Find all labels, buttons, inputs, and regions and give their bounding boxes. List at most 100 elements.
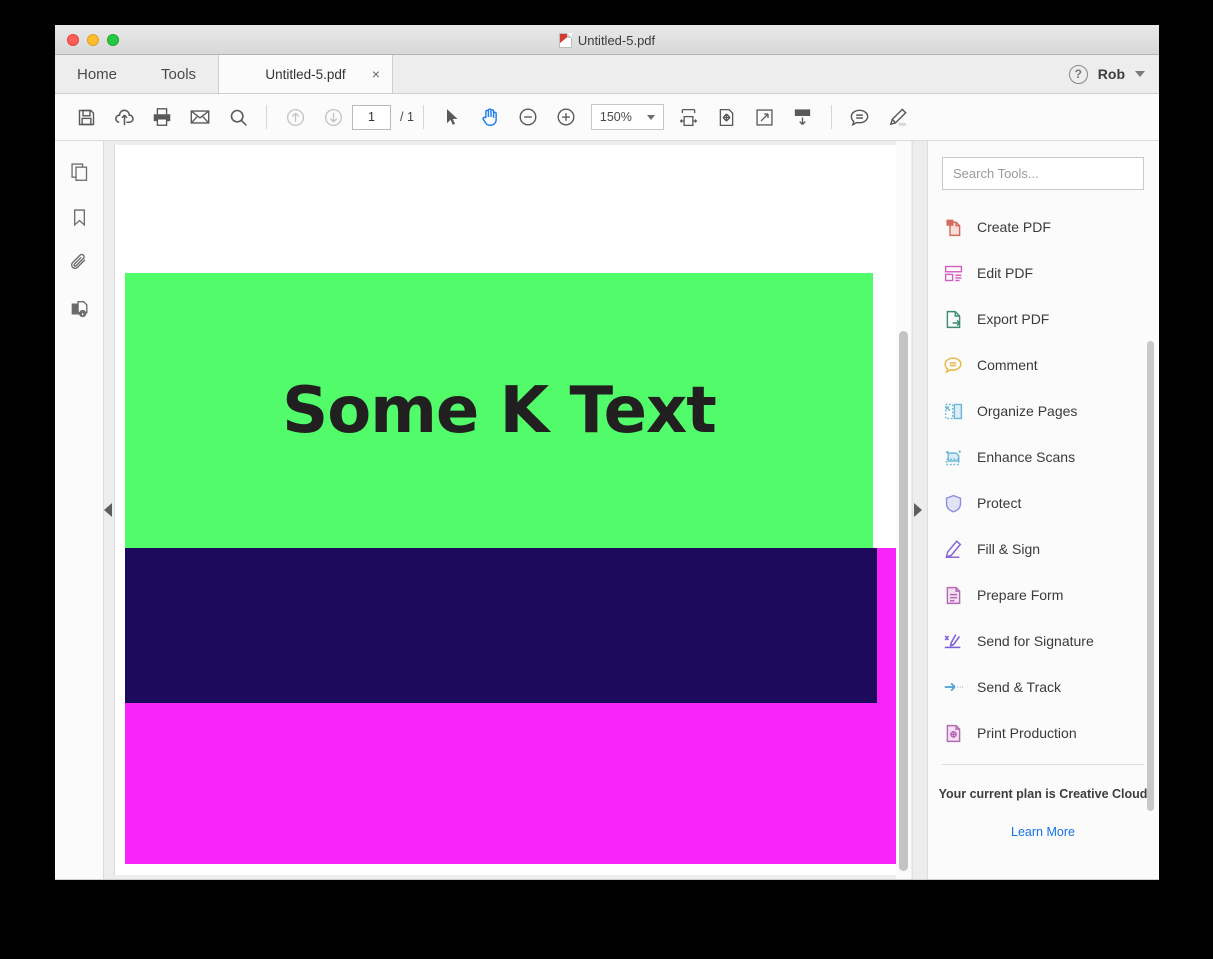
toolbar-separator (266, 105, 267, 129)
zoom-level-select[interactable]: 150% (590, 104, 664, 130)
document-heading-text: Some K Text (282, 373, 717, 448)
enhance-scans-icon (942, 446, 964, 468)
tool-label: Fill & Sign (977, 541, 1041, 557)
zoom-out-icon[interactable] (509, 98, 547, 136)
tool-label: Print Production (977, 725, 1077, 741)
tool-label: Organize Pages (977, 403, 1078, 419)
search-icon[interactable] (219, 98, 257, 136)
tool-protect[interactable]: Protect (942, 480, 1152, 526)
upload-to-cloud-icon[interactable] (105, 98, 143, 136)
zoom-level-value: 150% (599, 110, 632, 124)
send-for-signature-icon (942, 630, 964, 652)
comment-bubble-icon (942, 354, 964, 376)
select-cursor-icon[interactable] (433, 98, 471, 136)
tools-panel: Search Tools... Create PDF Edit PDF Expo… (927, 141, 1158, 879)
tool-send-for-signature[interactable]: Send for Signature (942, 618, 1152, 664)
tab-home[interactable]: Home (55, 55, 139, 93)
tool-label: Send & Track (977, 679, 1062, 695)
fit-whole-page-icon[interactable] (708, 98, 746, 136)
comment-icon[interactable] (841, 98, 879, 136)
tab-document-label: Untitled-5.pdf (265, 66, 346, 82)
chevron-down-icon[interactable] (1135, 71, 1145, 77)
status-bar: 8.50 x 11.00 in (55, 879, 1159, 880)
learn-more-link[interactable]: Learn More (928, 825, 1158, 839)
tool-create-pdf[interactable]: Create PDF (942, 204, 1152, 250)
page-total-label: / 1 (400, 110, 414, 124)
search-tools-placeholder: Search Tools... (953, 166, 1039, 181)
close-icon[interactable]: × (372, 66, 380, 82)
tool-prepare-form[interactable]: Prepare Form (942, 572, 1152, 618)
acrobat-window: Untitled-5.pdf Home Tools Untitled-5.pdf… (55, 25, 1159, 880)
tool-print-production[interactable]: Print Production (942, 710, 1152, 756)
current-plan-text: Your current plan is Creative Cloud (938, 787, 1148, 801)
sidebar-item-document-info[interactable] (63, 293, 95, 325)
window-title-text: Untitled-5.pdf (577, 32, 656, 48)
edit-pdf-icon (942, 262, 964, 284)
user-account-name[interactable]: Rob (1098, 66, 1125, 82)
horizontal-scrollbar[interactable] (186, 879, 1159, 880)
tools-panel-scrollbar[interactable] (1147, 341, 1154, 811)
dark-purple-block (125, 548, 877, 703)
shield-icon (942, 492, 964, 514)
sidebar-item-attachments[interactable] (63, 247, 95, 279)
tool-label: Prepare Form (977, 587, 1064, 603)
tool-send-and-track[interactable]: Send & Track (942, 664, 1152, 710)
tool-enhance-scans[interactable]: Enhance Scans (942, 434, 1152, 480)
main-body: Some K Text Search Tools... Create PDF E… (55, 141, 1159, 879)
tool-label: Send for Signature (977, 633, 1094, 649)
tools-list: Create PDF Edit PDF Export PDF Comment O… (928, 204, 1158, 756)
hand-tool-icon[interactable] (471, 98, 509, 136)
export-pdf-icon (942, 308, 964, 330)
triangle-left-icon (104, 503, 112, 517)
zoom-in-icon[interactable] (547, 98, 585, 136)
tool-label: Enhance Scans (977, 449, 1076, 465)
collapse-right-panel-button[interactable] (914, 503, 926, 517)
prepare-form-icon (942, 584, 964, 606)
highlight-marker-icon[interactable] (879, 98, 917, 136)
sidebar-item-page-thumbnails[interactable] (63, 155, 95, 187)
left-navigation-rail (55, 141, 104, 879)
window-title: Untitled-5.pdf (55, 25, 1159, 55)
tool-label: Protect (977, 495, 1022, 511)
scroll-mode-icon[interactable] (784, 98, 822, 136)
chevron-down-icon (646, 114, 655, 120)
main-toolbar: 1 / 1 150% (55, 94, 1159, 141)
fill-and-sign-icon (942, 538, 964, 560)
tab-tools[interactable]: Tools (139, 55, 218, 93)
document-heading: Some K Text (125, 273, 873, 548)
tool-organize-pages[interactable]: Organize Pages (942, 388, 1152, 434)
tool-edit-pdf[interactable]: Edit PDF (942, 250, 1152, 296)
tab-bar-right: ? Rob (1068, 55, 1159, 93)
tool-fill-and-sign[interactable]: Fill & Sign (942, 526, 1152, 572)
document-viewport[interactable]: Some K Text (104, 141, 927, 879)
organize-pages-icon (942, 400, 964, 422)
search-tools-input[interactable]: Search Tools... (942, 157, 1144, 190)
full-screen-icon[interactable] (746, 98, 784, 136)
triangle-right-icon (914, 503, 922, 517)
tool-label: Create PDF (977, 219, 1051, 235)
tool-export-pdf[interactable]: Export PDF (942, 296, 1152, 342)
scrollbar-thumb[interactable] (899, 331, 908, 871)
email-icon[interactable] (181, 98, 219, 136)
next-page-icon[interactable] (314, 98, 352, 136)
page-number-value: 1 (368, 110, 375, 124)
tool-comment[interactable]: Comment (942, 342, 1152, 388)
sidebar-item-bookmarks[interactable] (63, 201, 95, 233)
tab-document[interactable]: Untitled-5.pdf × (218, 55, 394, 93)
print-icon[interactable] (143, 98, 181, 136)
tab-bar: Home Tools Untitled-5.pdf × ? Rob (55, 55, 1159, 94)
fit-page-width-icon[interactable] (670, 98, 708, 136)
collapse-left-panel-button[interactable] (104, 503, 116, 517)
help-icon[interactable]: ? (1068, 64, 1088, 84)
previous-page-icon[interactable] (276, 98, 314, 136)
tool-label: Edit PDF (977, 265, 1034, 281)
print-production-icon (942, 722, 964, 744)
tool-label: Export PDF (977, 311, 1050, 327)
toolbar-separator-2 (422, 105, 424, 129)
save-icon[interactable] (67, 98, 105, 136)
create-pdf-icon (942, 216, 964, 238)
pdf-page: Some K Text (114, 145, 910, 875)
page-number-input[interactable]: 1 (352, 104, 391, 130)
document-vertical-scrollbar[interactable] (896, 141, 911, 879)
window-title-bar: Untitled-5.pdf (55, 25, 1159, 55)
